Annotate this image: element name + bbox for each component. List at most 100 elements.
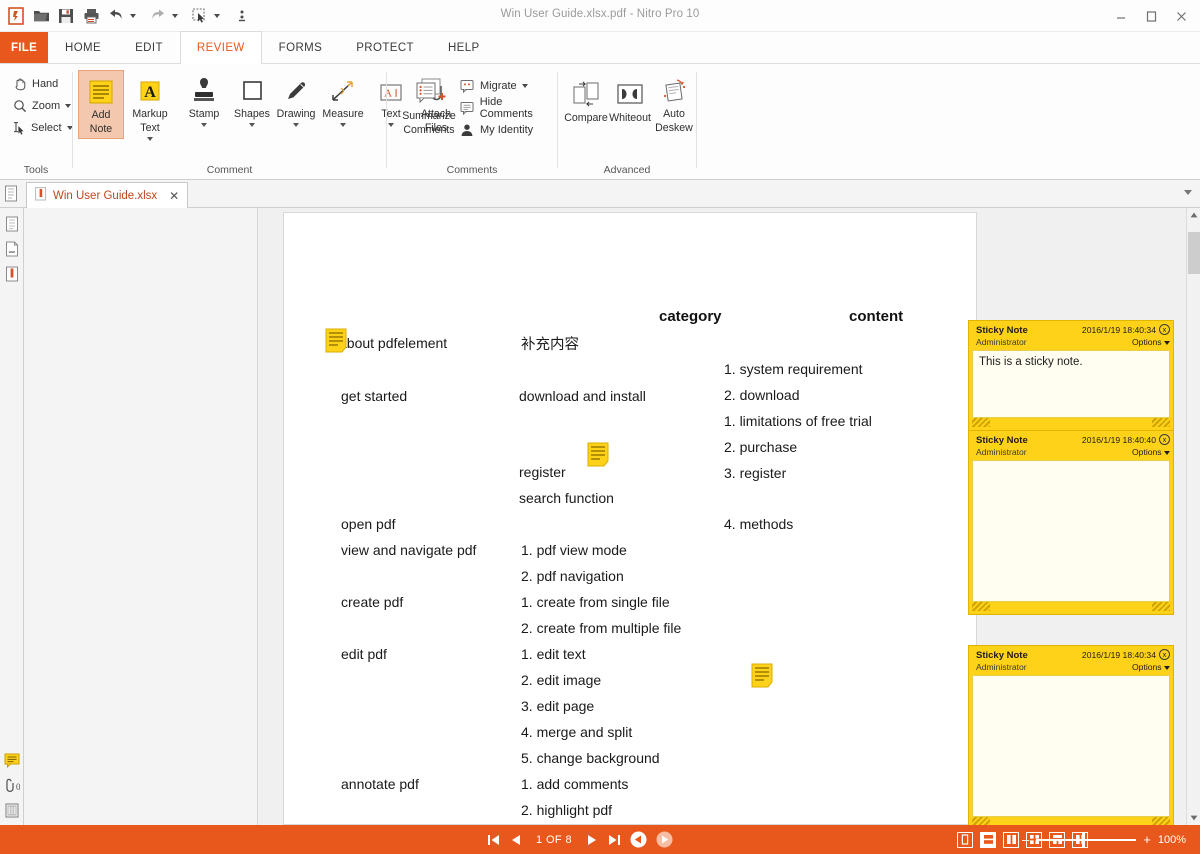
print-icon[interactable]	[80, 5, 102, 27]
vertical-scrollbar[interactable]	[1186, 208, 1200, 825]
select-cursor-icon[interactable]	[189, 5, 211, 27]
tab-forms[interactable]: FORMS	[262, 32, 340, 63]
note-marker-1[interactable]	[325, 328, 351, 354]
auto-deskew-button[interactable]: Auto Deskew	[652, 70, 696, 134]
sticky-note-3-body[interactable]	[972, 675, 1170, 817]
stamp-caret-icon[interactable]	[201, 123, 207, 127]
zoom-slider-knob[interactable]	[1082, 832, 1086, 847]
stamp-button[interactable]: Stamp	[181, 70, 227, 127]
sticky-note-3-options[interactable]: Options	[1132, 662, 1170, 672]
sticky-note-2-body[interactable]	[972, 460, 1170, 602]
layers-panel-icon[interactable]	[1, 799, 23, 821]
note-marker-3[interactable]	[751, 663, 777, 689]
zoom-slider[interactable]	[1036, 832, 1137, 847]
maximize-button[interactable]	[1136, 3, 1166, 29]
tab-edit[interactable]: EDIT	[118, 32, 180, 63]
sticky-note-2-resize-handles[interactable]	[972, 602, 1170, 611]
scroll-up-arrow-icon[interactable]	[1187, 208, 1200, 222]
markup-text-button[interactable]: A Markup Text	[127, 70, 173, 141]
vertical-scroll-thumb[interactable]	[1188, 232, 1200, 274]
continuous-view-button[interactable]	[980, 831, 996, 848]
select-dropdown-caret-icon[interactable]	[214, 13, 220, 18]
drawing-button[interactable]: Drawing	[273, 70, 319, 127]
tab-help[interactable]: HELP	[431, 32, 497, 63]
sticky-note-3-options-caret-icon[interactable]	[1164, 666, 1170, 670]
single-page-view-button[interactable]	[957, 831, 973, 848]
drawing-caret-icon[interactable]	[293, 123, 299, 127]
next-page-button[interactable]	[586, 833, 598, 847]
sticky-note-1[interactable]: Sticky Note Administrator 2016/1/19 18:4…	[968, 320, 1174, 431]
previous-page-button[interactable]	[510, 833, 522, 847]
save-icon[interactable]	[55, 5, 77, 27]
previous-view-button[interactable]	[630, 831, 647, 848]
first-page-button[interactable]	[487, 833, 501, 847]
tab-home[interactable]: HOME	[48, 32, 118, 63]
shapes-button[interactable]: Shapes	[229, 70, 275, 127]
pdf-page[interactable]: category content about pdfelement get st…	[283, 212, 977, 825]
sticky-note-2-options-caret-icon[interactable]	[1164, 451, 1170, 455]
close-button[interactable]	[1166, 3, 1196, 29]
sticky-note-3-close-icon[interactable]: x	[1159, 649, 1170, 660]
bookmarks-panel-icon[interactable]	[1, 238, 23, 260]
nitro-logo-icon[interactable]	[5, 5, 27, 27]
signatures-panel-icon[interactable]	[1, 263, 23, 285]
tool-select[interactable]: Select	[0, 117, 73, 139]
open-folder-icon[interactable]	[30, 5, 52, 27]
summarize-comments-label-2: Comments	[403, 124, 455, 136]
tab-protect[interactable]: PROTECT	[339, 32, 431, 63]
document-tab-close-icon[interactable]: ✕	[169, 189, 179, 203]
sticky-note-1-options[interactable]: Options	[1132, 337, 1170, 347]
attachments-panel-icon[interactable]: 0	[1, 774, 23, 796]
shapes-caret-icon[interactable]	[249, 123, 255, 127]
sticky-note-1-body[interactable]: This is a sticky note.	[972, 350, 1170, 418]
page-indicator[interactable]: 1 OF 8	[531, 834, 577, 846]
sticky-note-3[interactable]: Sticky Note Administrator 2016/1/19 18:4…	[968, 645, 1174, 830]
note-marker-2[interactable]	[587, 442, 613, 468]
compare-button[interactable]: Compare	[562, 74, 610, 124]
measure-button[interactable]: Measure	[320, 70, 366, 127]
tool-zoom[interactable]: Zoom	[0, 95, 72, 117]
whiteout-button[interactable]: Whiteout	[606, 74, 654, 124]
sticky-note-2[interactable]: Sticky Note Administrator 2016/1/19 18:4…	[968, 430, 1174, 615]
migrate-label: Migrate	[480, 80, 517, 92]
tab-overflow-caret-icon[interactable]	[1184, 190, 1192, 195]
undo-dropdown-caret-icon[interactable]	[130, 13, 136, 18]
hide-comments-button[interactable]: Hide Comments	[459, 96, 557, 120]
migrate-button[interactable]: Migrate	[459, 75, 557, 97]
scroll-down-arrow-icon[interactable]	[1187, 811, 1200, 825]
panel-toggle-icon[interactable]	[4, 185, 18, 207]
comments-panel-icon[interactable]	[1, 749, 23, 771]
customize-qat-icon[interactable]	[231, 5, 253, 27]
markup-text-caret-icon[interactable]	[147, 137, 153, 141]
summarize-comments-button[interactable]: Summarize Comments	[395, 72, 463, 136]
redo-dropdown-caret-icon[interactable]	[172, 13, 178, 18]
doc-c2-10: 4. merge and split	[521, 724, 633, 740]
facing-view-button[interactable]	[1003, 831, 1019, 848]
document-tab[interactable]: Win User Guide.xlsx ✕	[26, 182, 189, 208]
tab-review[interactable]: REVIEW	[179, 31, 262, 64]
zoom-out-button[interactable]: –	[1022, 833, 1029, 846]
redo-icon[interactable]	[147, 5, 169, 27]
measure-caret-icon[interactable]	[340, 123, 346, 127]
undo-icon[interactable]	[105, 5, 127, 27]
my-identity-button[interactable]: My Identity	[459, 119, 557, 141]
sticky-note-1-resize-handles[interactable]	[972, 418, 1170, 427]
zoom-in-button[interactable]: +	[1143, 833, 1151, 846]
tab-file[interactable]: FILE	[0, 32, 48, 63]
zoom-level-label[interactable]: 100%	[1158, 834, 1186, 846]
next-view-button[interactable]	[656, 831, 673, 848]
minimize-button[interactable]	[1106, 3, 1136, 29]
sticky-note-2-options[interactable]: Options	[1132, 447, 1170, 457]
migrate-caret-icon[interactable]	[521, 84, 528, 88]
page-area[interactable]: category content about pdfelement get st…	[259, 208, 1200, 830]
tool-zoom-caret-icon[interactable]	[65, 104, 72, 108]
tool-hand[interactable]: Hand	[0, 73, 72, 95]
sticky-note-1-options-caret-icon[interactable]	[1164, 341, 1170, 345]
doc-c2-0: download and install	[519, 388, 646, 404]
sticky-note-2-close-icon[interactable]: x	[1159, 434, 1170, 445]
last-page-button[interactable]	[607, 833, 621, 847]
add-note-button[interactable]: Add Note	[78, 70, 124, 139]
pages-panel-icon[interactable]	[1, 213, 23, 235]
migrate-icon	[459, 78, 475, 94]
sticky-note-1-close-icon[interactable]: x	[1159, 324, 1170, 335]
